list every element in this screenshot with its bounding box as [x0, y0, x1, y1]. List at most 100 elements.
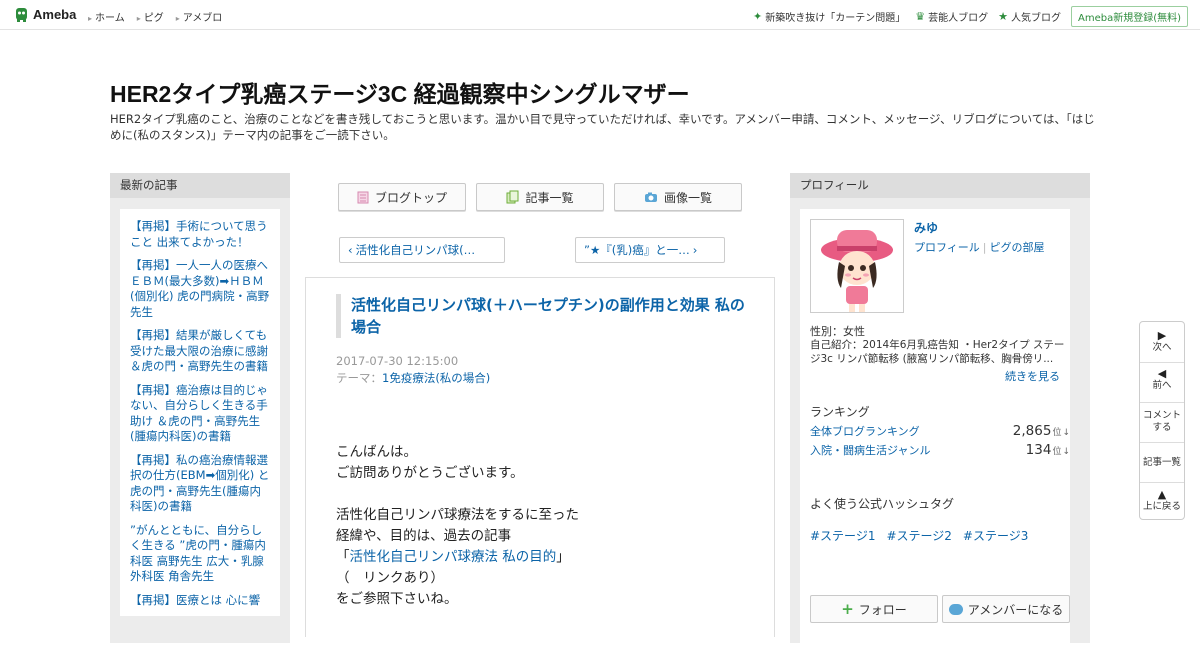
float-prev-button[interactable]: ◀ 前へ — [1140, 368, 1184, 392]
tab-image-list[interactable]: 画像一覧 — [614, 183, 742, 211]
article-body: こんばんは。 ご訪問ありがとうございます。 活性化自己リンパ球療法をするに至った… — [336, 442, 756, 610]
profile-actions: + フォロー アメンバーになる — [810, 595, 1070, 623]
float-comment-label: コメント — [1142, 410, 1181, 421]
nav-home[interactable]: ホーム — [88, 9, 125, 24]
body-line: こんばんは。 — [336, 444, 417, 460]
ranking-genre-value: 134位↓ — [1026, 442, 1070, 458]
article-theme: テーマ：1免疫療法(私の場合) — [336, 370, 490, 386]
arrow-down-icon: ↓ — [1062, 447, 1070, 457]
amember-button[interactable]: アメンバーになる — [942, 595, 1070, 623]
blog-tabs: ブログトップ 記事一覧 画像一覧 — [338, 183, 742, 211]
ranking-genre-link[interactable]: 入院・闘病生活ジャンル — [810, 442, 930, 458]
body-line: をご参照下さいね。 — [336, 591, 458, 607]
article-list-icon — [506, 190, 519, 204]
body-line — [336, 484, 756, 505]
recent-article-link[interactable]: 【再掲】手術について思うこと 出来てよかった！ — [130, 219, 272, 250]
arrow-down-icon: ↓ — [1062, 428, 1070, 438]
profile-links: プロフィール | ピグの部屋 — [914, 239, 1045, 255]
ranking-row-genre: 入院・闘病生活ジャンル 134位↓ — [810, 442, 1070, 458]
triangle-left-icon: ◀ — [1157, 367, 1167, 380]
triangle-up-icon: ▲ — [1157, 488, 1167, 501]
tab-article-list-label: 記事一覧 — [525, 190, 574, 205]
profile-link[interactable]: プロフィール — [914, 241, 980, 254]
recent-article-link[interactable]: 【再掲】結果が厳しくても受けた最大限の治療に感謝 ＆虎の門・高野先生の書籍 — [130, 328, 272, 375]
quote-close: 」 — [556, 549, 570, 565]
hashtag-link[interactable]: #ステージ3 — [963, 527, 1028, 544]
theme-label: テーマ： — [336, 371, 382, 385]
float-top-button[interactable]: ▲ 上に戻る — [1140, 489, 1184, 513]
trend-label: 新築吹き抜け「カーテン問題」 — [765, 13, 906, 24]
article-title[interactable]: 活性化自己リンパ球(＋ハーセプチン)の副作用と効果 私の場合 — [336, 294, 746, 338]
blog-title[interactable]: HER2タイプ乳癌ステージ3C 経過観察中シングルマザー — [110, 75, 690, 109]
next-article-title: ”★『(乳)癌』と一… — [584, 243, 690, 257]
ranking-overall-value: 2,865位↓ — [1013, 423, 1070, 439]
camera-icon — [644, 192, 657, 202]
prev-article-title: 活性化自己リンパ球(… — [355, 243, 476, 257]
celebrity-blog-link[interactable]: ♛ 芸能人ブログ — [915, 9, 988, 24]
hashtag-link[interactable]: #ステージ1 — [810, 527, 875, 544]
float-list-label: 記事一覧 — [1142, 457, 1181, 468]
ameba-logo[interactable]: Ameba — [14, 6, 76, 22]
hashtag-link[interactable]: #ステージ2 — [886, 527, 951, 544]
next-article-link[interactable]: ”★『(乳)癌』と一… › — [575, 237, 725, 263]
sparkle-icon: ✦ — [753, 10, 763, 23]
plus-icon: + — [841, 600, 854, 618]
profile-panel: プロフィール みゆ プロフィール | ピグの部屋 性別：女性 自己紹介：2014… — [790, 173, 1090, 649]
nav-ameblo[interactable]: アメブロ — [176, 9, 223, 24]
recent-article-link[interactable]: 【再掲】一人一人の医療へ ＥＢＭ(最大多数)➡ＨＢＭ(個別化) 虎の門病院・高野… — [130, 258, 272, 320]
avatar[interactable] — [810, 219, 904, 313]
signup-button[interactable]: Ameba新規登録(無料) — [1070, 6, 1188, 27]
recent-article-link[interactable]: 【再掲】医療とは 心に響 — [130, 593, 272, 609]
follow-button[interactable]: + フォロー — [810, 595, 938, 623]
ranking-number: 134 — [1025, 442, 1052, 458]
ranking-unit: 位 — [1052, 428, 1062, 438]
profile-heading: プロフィール — [790, 173, 1090, 198]
popular-blog-link[interactable]: ★ 人気ブログ — [998, 9, 1061, 24]
top-right-links: ✦ 新築吹き抜け「カーテン問題」 ♛ 芸能人ブログ ★ 人気ブログ Ameba新… — [753, 6, 1188, 27]
recent-article-link[interactable]: 【再掲】私の癌治療情報選択の仕方(EBM➡個別化) と虎の門・高野先生(腫瘍内科… — [130, 453, 272, 515]
trend-link[interactable]: ✦ 新築吹き抜け「カーテン問題」 — [753, 9, 905, 24]
tab-article-list[interactable]: 記事一覧 — [476, 183, 604, 211]
recent-article-link[interactable]: 【再掲】癌治療は目的じゃない、自分らしく生きる手助け ＆虎の門・高野先生(腫瘍内… — [130, 383, 272, 445]
recent-article-link[interactable]: ”がんとともに、自分らしく生きる ”虎の門・腫瘍内科医 高野先生 広大・乳腺外科… — [130, 523, 272, 585]
ranking-overall-link[interactable]: 全体ブログランキング — [810, 423, 920, 439]
logo-text: Ameba — [33, 6, 77, 22]
tab-blog-top-label: ブログトップ — [374, 190, 447, 205]
float-next-label: 次へ — [1152, 342, 1172, 353]
crown-icon: ♛ — [915, 10, 926, 23]
profile-gender: 性別：女性 — [810, 325, 865, 338]
chevron-right-icon: › — [692, 243, 698, 257]
blog-description: HER2タイプ乳癌のこと、治療のことなどを書き残しておこうと思います。温かい目で… — [110, 112, 1095, 142]
theme-link[interactable]: 1免疫療法(私の場合) — [382, 371, 490, 385]
ranking-unit: 位 — [1052, 447, 1062, 457]
top-nav: ホーム ピグ アメブロ — [88, 9, 222, 24]
read-more-link[interactable]: 続きを見る — [1005, 368, 1060, 384]
float-comment-button[interactable]: コメント する — [1140, 410, 1184, 434]
prev-article-link[interactable]: ‹ 活性化自己リンパ球(… — [339, 237, 505, 263]
hashtag-heading: よく使う公式ハッシュタグ — [810, 497, 955, 511]
divider — [1140, 402, 1184, 403]
pig-room-link[interactable]: ピグの部屋 — [990, 241, 1045, 254]
float-next-button[interactable]: ▶ 次へ — [1140, 330, 1184, 354]
chevron-left-icon: ‹ — [348, 243, 353, 257]
divider — [1140, 482, 1184, 483]
separator: | — [982, 241, 987, 254]
nav-pig[interactable]: ピグ — [137, 9, 164, 24]
article-date: 2017-07-30 12:15:00 — [336, 354, 459, 368]
global-header: Ameba ホーム ピグ アメブロ ✦ 新築吹き抜け「カーテン問題」 ♛ 芸能人… — [0, 0, 1200, 30]
divider — [1140, 442, 1184, 443]
ranking-number: 2,865 — [1012, 423, 1052, 439]
article: 活性化自己リンパ球(＋ハーセプチン)の副作用と効果 私の場合 2017-07-3… — [305, 277, 775, 637]
float-article-list-button[interactable]: 記事一覧 — [1140, 457, 1184, 469]
recent-articles-heading: 最新の記事 — [110, 173, 290, 198]
divider — [1140, 362, 1184, 363]
triangle-right-icon: ▶ — [1157, 329, 1167, 342]
body-line: 活性化自己リンパ球療法をするに至った — [336, 507, 579, 523]
ameba-mascot-icon — [16, 8, 27, 22]
profile-name[interactable]: みゆ — [914, 219, 938, 236]
article-inline-link[interactable]: 活性化自己リンパ球療法 私の目的 — [350, 549, 557, 565]
recent-articles-panel: 最新の記事 【再掲】手術について思うこと 出来てよかった！ 【再掲】一人一人の医… — [110, 173, 290, 643]
profile-content: みゆ プロフィール | ピグの部屋 性別：女性 自己紹介：2014年6月乳癌告知 ・… — [800, 209, 1070, 649]
tab-blog-top[interactable]: ブログトップ — [338, 183, 466, 211]
floating-nav: ▶ 次へ ◀ 前へ コメント する 記事一覧 ▲ 上に戻る — [1139, 321, 1185, 520]
